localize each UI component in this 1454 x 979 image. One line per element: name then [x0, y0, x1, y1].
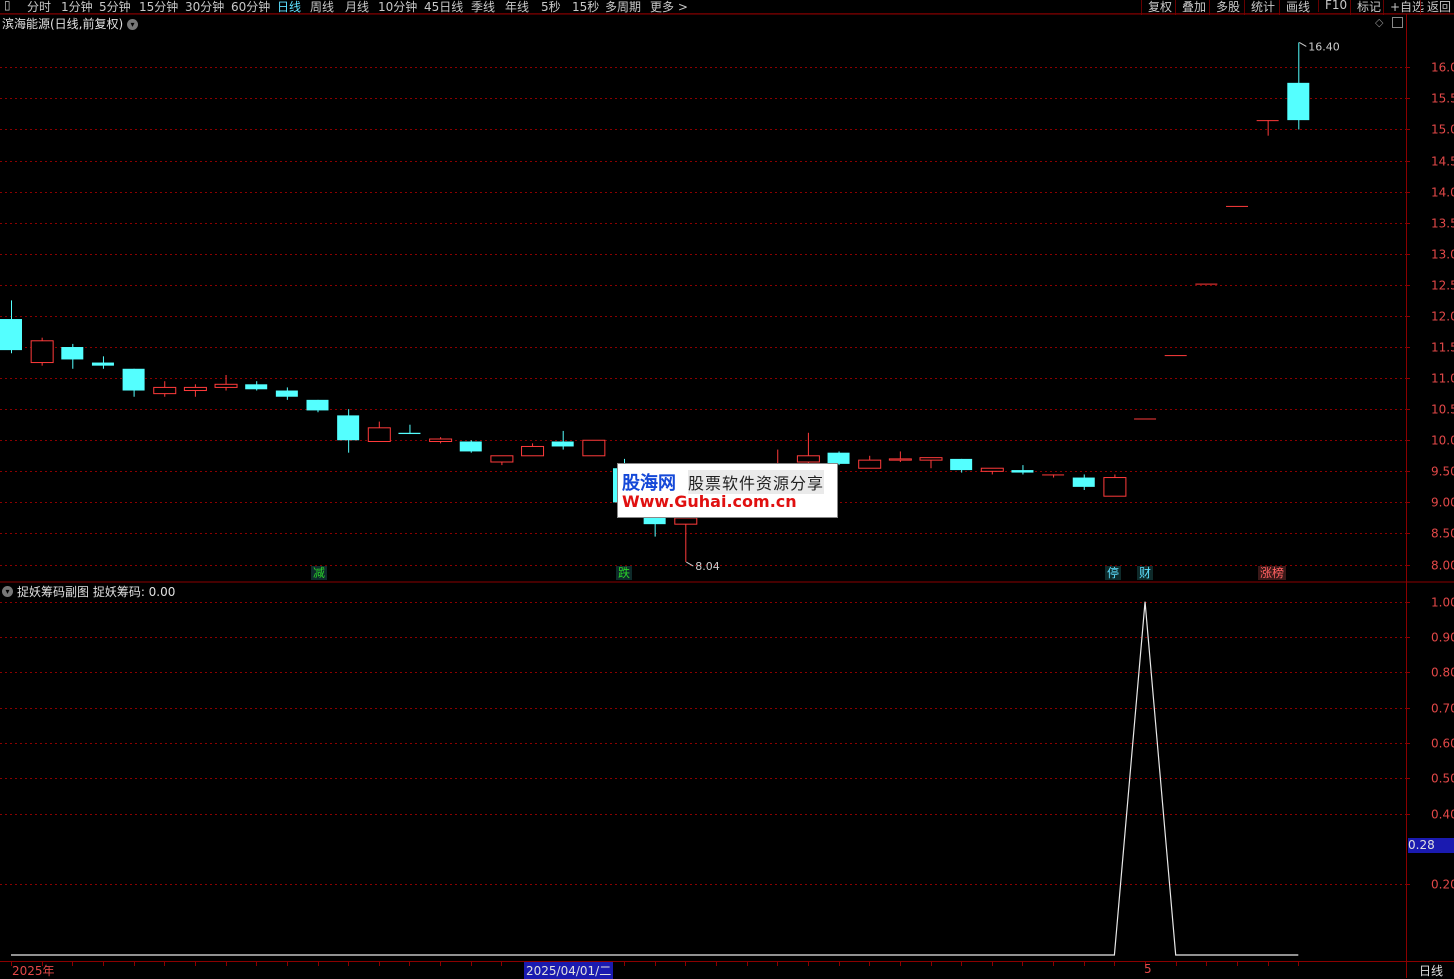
candle-body — [1287, 82, 1310, 121]
price-tick-label: 15.50 — [1431, 92, 1454, 106]
time-axis-bar — [0, 961, 1454, 979]
price-tick-label: 10.00 — [1431, 434, 1454, 448]
candle-body — [30, 340, 54, 364]
watermark-slogan: 股票软件资源分享 — [688, 470, 825, 494]
indicator-tick-label: 0.20 — [1431, 878, 1454, 892]
price-tick-label: 9.00 — [1431, 496, 1454, 510]
price-tick-label: 14.00 — [1431, 186, 1454, 200]
price-tick-label: 11.50 — [1431, 341, 1454, 355]
candle-body — [858, 459, 882, 469]
price-tick-label: 11.00 — [1431, 372, 1454, 386]
sub-chart-toggle[interactable]: ▾ — [2, 584, 13, 598]
candle-body — [674, 517, 698, 525]
candle-body — [398, 432, 421, 435]
candle-body — [919, 457, 943, 461]
candle-body — [582, 439, 606, 457]
indicator-tick-label: 0.90 — [1431, 631, 1454, 645]
indicator-tick-label: 1.00 — [1431, 596, 1454, 610]
cursor-date-label: 2025/04/01/二 — [524, 962, 614, 979]
year-label: 2025年 — [12, 964, 55, 978]
candle-body — [91, 362, 114, 366]
candle-body — [153, 386, 177, 395]
watermark-url: Www.Guhai.com.cn — [622, 492, 797, 511]
candle-body — [245, 384, 268, 390]
price-tick-label: 8.00 — [1431, 559, 1454, 573]
candle-body — [337, 415, 360, 441]
candle-body — [429, 438, 453, 442]
indicator-current-value: 0.28 — [1408, 838, 1454, 853]
indicator-tick-label: 0.70 — [1431, 702, 1454, 716]
indicator-tick-label: 0.40 — [1431, 808, 1454, 822]
candle-body — [1195, 283, 1218, 285]
price-tick-label: 12.50 — [1431, 279, 1454, 293]
candle-body — [1226, 205, 1248, 207]
candle-body — [0, 319, 22, 351]
event-marker[interactable]: 停 — [1105, 566, 1122, 580]
candle-body — [1011, 470, 1034, 473]
low-price-label: 8.04 — [695, 560, 720, 573]
high-price-label: 16.40 — [1308, 40, 1340, 53]
price-tick-label: 12.00 — [1431, 310, 1454, 324]
candle-body — [214, 383, 238, 388]
price-tick-label: 13.00 — [1431, 248, 1454, 262]
indicator-tick-label: 0.50 — [1431, 772, 1454, 786]
candle-body — [1103, 477, 1127, 497]
cursor-position-label: 5 — [1144, 962, 1152, 976]
candle-body — [61, 347, 84, 360]
indicator-tick-label: 0.60 — [1431, 737, 1454, 751]
price-tick-label: 16.00 — [1431, 61, 1454, 75]
candle-body — [551, 441, 574, 447]
chevron-down-icon: ▾ — [2, 586, 13, 597]
candle-body — [275, 390, 298, 397]
candle-body — [888, 458, 912, 461]
candle-body — [1134, 418, 1157, 420]
candle-body — [1042, 474, 1065, 476]
candle-body — [459, 441, 482, 452]
candle-body — [183, 386, 207, 392]
candle-body — [1164, 355, 1187, 357]
event-marker[interactable]: 跌 — [616, 566, 633, 580]
event-marker[interactable]: 减 — [311, 566, 328, 580]
price-tick-label: 10.50 — [1431, 403, 1454, 417]
price-tick-label: 14.50 — [1431, 155, 1454, 169]
indicator-title: 捉妖筹码副图 捉妖筹码: 0.00 — [17, 585, 176, 599]
candle-body — [1256, 120, 1279, 122]
candle-body — [521, 445, 545, 457]
watermark-logo: 股海网 股票软件资源分享 Www.Guhai.com.cn — [617, 463, 838, 518]
price-tick-label: 9.50 — [1431, 465, 1454, 479]
candle-body — [367, 427, 391, 442]
candle-body — [1072, 477, 1095, 487]
candle-body — [306, 399, 329, 411]
indicator-tick-label: 0.80 — [1431, 666, 1454, 680]
high-pointer — [1299, 41, 1307, 47]
candle-body — [122, 368, 145, 391]
low-pointer — [686, 561, 694, 567]
price-tick-label: 8.50 — [1431, 527, 1454, 541]
candle-body — [796, 455, 820, 463]
period-label[interactable]: 日线 — [1419, 962, 1443, 979]
price-tick-label: 15.00 — [1431, 123, 1454, 137]
event-marker[interactable]: 财 — [1137, 566, 1154, 580]
price-tick-label: 13.50 — [1431, 217, 1454, 231]
event-marker[interactable]: 涨榜 — [1258, 566, 1287, 580]
candle-body — [950, 458, 973, 471]
candle-body — [490, 455, 514, 463]
candle-body — [980, 467, 1004, 472]
